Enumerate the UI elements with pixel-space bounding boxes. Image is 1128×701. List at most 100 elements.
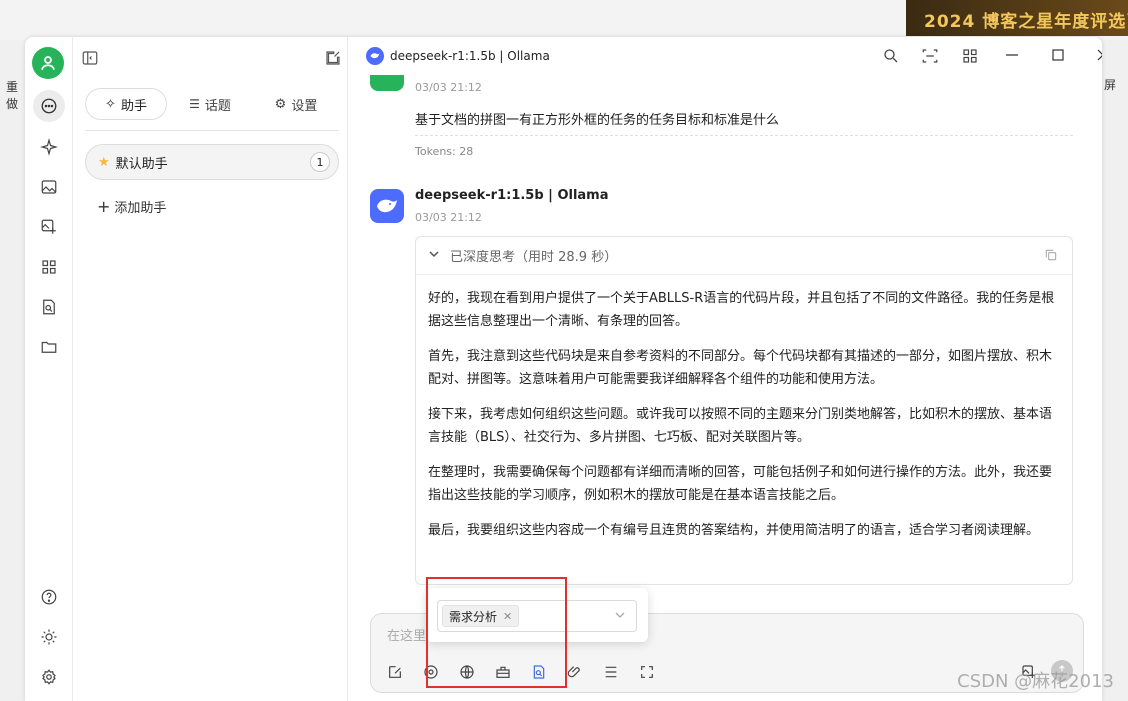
- nav-paint[interactable]: [37, 175, 61, 199]
- new-topic-button[interactable]: [324, 49, 342, 71]
- chevron-down-icon: [614, 609, 626, 625]
- web-search-tool[interactable]: [457, 662, 477, 682]
- globe-icon: [460, 665, 474, 679]
- minapp-button[interactable]: [961, 47, 979, 69]
- minimize-icon: [1006, 54, 1018, 56]
- copy-icon: [1045, 249, 1057, 261]
- sidebar-toggle-button[interactable]: [81, 49, 99, 71]
- help-icon: [41, 589, 57, 605]
- ai-message-name: deepseek-r1:1.5b | Ollama: [415, 188, 609, 203]
- toolbox-tool[interactable]: [493, 662, 513, 682]
- assistant-label: 默认助手: [115, 156, 168, 172]
- tab-label: 话题: [204, 98, 231, 114]
- folder-icon: [41, 341, 57, 353]
- grid-icon: [42, 260, 56, 274]
- model-selector[interactable]: deepseek-r1:1.5b | Ollama: [366, 47, 550, 65]
- topic-count-badge: 1: [310, 152, 330, 172]
- tab-assistants[interactable]: ✧ 助手: [85, 88, 167, 120]
- title-bar: deepseek-r1:1.5b | Ollama: [348, 37, 1102, 75]
- model-name: deepseek-r1:1.5b | Ollama: [390, 49, 550, 63]
- ai-message-avatar: [370, 189, 404, 223]
- background-banner: 2024 博客之星年度评选已开: [906, 0, 1128, 36]
- thinking-paragraph: 在整理时，我需要确保每个问题都有详细而清晰的回答，可能包括例子和如何进行操作的方…: [428, 465, 1053, 503]
- nav-chat[interactable]: [33, 90, 65, 122]
- nav-help[interactable]: [37, 585, 61, 609]
- fullscreen-icon: [641, 666, 653, 678]
- grid-icon: [963, 49, 977, 63]
- tab-settings[interactable]: ⚙ 设置: [253, 88, 339, 120]
- gear-icon: [42, 669, 56, 685]
- user-icon: [41, 56, 55, 71]
- maximize-button[interactable]: [1050, 45, 1066, 69]
- edit-icon: [389, 666, 401, 678]
- tab-label: 助手: [120, 98, 147, 114]
- nav-knowledge[interactable]: [37, 295, 61, 319]
- chip-label: 需求分析: [449, 609, 498, 624]
- mention-model-tool[interactable]: [421, 662, 441, 682]
- expand-icon: [922, 49, 938, 63]
- thinking-paragraph: 好的，我现在看到用户提供了一个关于ABLLS-R语言的代码片段，并且包括了不同的…: [428, 291, 1055, 329]
- chat-bubble-icon: [41, 98, 57, 114]
- thinking-paragraph: 接下来，我考虑如何组织这些问题。或许我可以按照不同的主题来分门别类地解答，比如积…: [428, 407, 1053, 445]
- message-input-placeholder: 在这里: [387, 629, 427, 644]
- divider: [85, 130, 339, 131]
- sparkle-icon: [40, 138, 58, 156]
- new-topic-tool[interactable]: [385, 662, 405, 682]
- image-icon: [41, 180, 57, 194]
- app-window: ✧ 助手 ☰ 话题 ⚙ 设置 ★ 默认助手 1 + 添加助手 deepseek-…: [25, 37, 1102, 701]
- thinking-panel-header[interactable]: 已深度思考（用时 28.9 秒）: [416, 237, 1072, 275]
- edit-icon: [326, 51, 340, 65]
- nav-agents[interactable]: [37, 135, 61, 159]
- clear-context-tool[interactable]: [601, 662, 621, 682]
- at-sign-icon: [424, 665, 438, 679]
- copy-button[interactable]: [1044, 248, 1058, 266]
- background-right-text: 屏: [1104, 78, 1117, 92]
- assistant-item-default[interactable]: ★ 默认助手 1: [85, 144, 339, 180]
- nav-apps[interactable]: [37, 255, 61, 279]
- close-button[interactable]: [1095, 45, 1102, 69]
- tab-label: 设置: [291, 98, 318, 114]
- nav-translate[interactable]: [37, 215, 61, 239]
- nav-settings[interactable]: [37, 665, 61, 689]
- paperclip-icon: [567, 666, 580, 678]
- deepseek-whale-icon: [377, 199, 397, 213]
- list-icon: ☰: [189, 97, 200, 111]
- knowledge-base-popup: 需求分析 ✕: [426, 588, 648, 642]
- selected-knowledge-chip: 需求分析 ✕: [442, 605, 520, 627]
- watermark: CSDN @麻花2013: [957, 671, 1114, 692]
- maximize-icon: [1052, 49, 1064, 61]
- sidebar-collapse-icon: [82, 51, 98, 65]
- user-message-text: 基于文档的拼图一有正方形外框的任务的任务目标和标准是什么: [415, 113, 780, 128]
- add-assistant-label: 添加助手: [114, 201, 167, 216]
- fullscreen-tool[interactable]: [637, 662, 657, 682]
- ai-message-time: 03/03 21:12: [415, 211, 482, 224]
- user-avatar[interactable]: [32, 47, 64, 79]
- gear-icon: ⚙: [274, 96, 287, 112]
- thinking-content: 好的，我现在看到用户提供了一个关于ABLLS-R语言的代码片段，并且包括了不同的…: [416, 275, 1072, 542]
- search-button[interactable]: [882, 47, 900, 69]
- nav-theme[interactable]: [37, 625, 61, 649]
- knowledge-base-select[interactable]: 需求分析 ✕: [437, 600, 637, 632]
- star-icon: ★: [98, 154, 110, 170]
- minimize-button[interactable]: [1004, 45, 1020, 69]
- user-message-time: 03/03 21:12: [415, 81, 482, 94]
- knowledge-base-tool[interactable]: [529, 662, 549, 682]
- sparkle-icon: ✧: [105, 96, 116, 112]
- background-left-text: 重做: [6, 80, 19, 111]
- document-search-icon: [43, 299, 55, 315]
- add-assistant-button[interactable]: + 添加助手: [97, 197, 166, 216]
- nav-files[interactable]: [37, 335, 61, 359]
- thinking-title: 已深度思考（用时 28.9 秒）: [450, 250, 618, 265]
- tab-topics[interactable]: ☰ 话题: [167, 88, 253, 120]
- chat-main: deepseek-r1:1.5b | Ollama 03/03 21:12 基于…: [348, 37, 1102, 701]
- layout-button[interactable]: [921, 47, 939, 69]
- sidebar-tabs: ✧ 助手 ☰ 话题 ⚙ 设置: [85, 87, 339, 121]
- background-right-strip: 屏: [1102, 40, 1128, 701]
- image-translate-icon: [41, 219, 56, 234]
- attachment-tool[interactable]: [565, 662, 585, 682]
- deepseek-logo-icon: [366, 47, 384, 65]
- document-search-icon: [533, 665, 545, 679]
- close-icon[interactable]: ✕: [503, 610, 512, 623]
- chevron-down-icon: [428, 248, 440, 264]
- close-icon: [1097, 49, 1102, 61]
